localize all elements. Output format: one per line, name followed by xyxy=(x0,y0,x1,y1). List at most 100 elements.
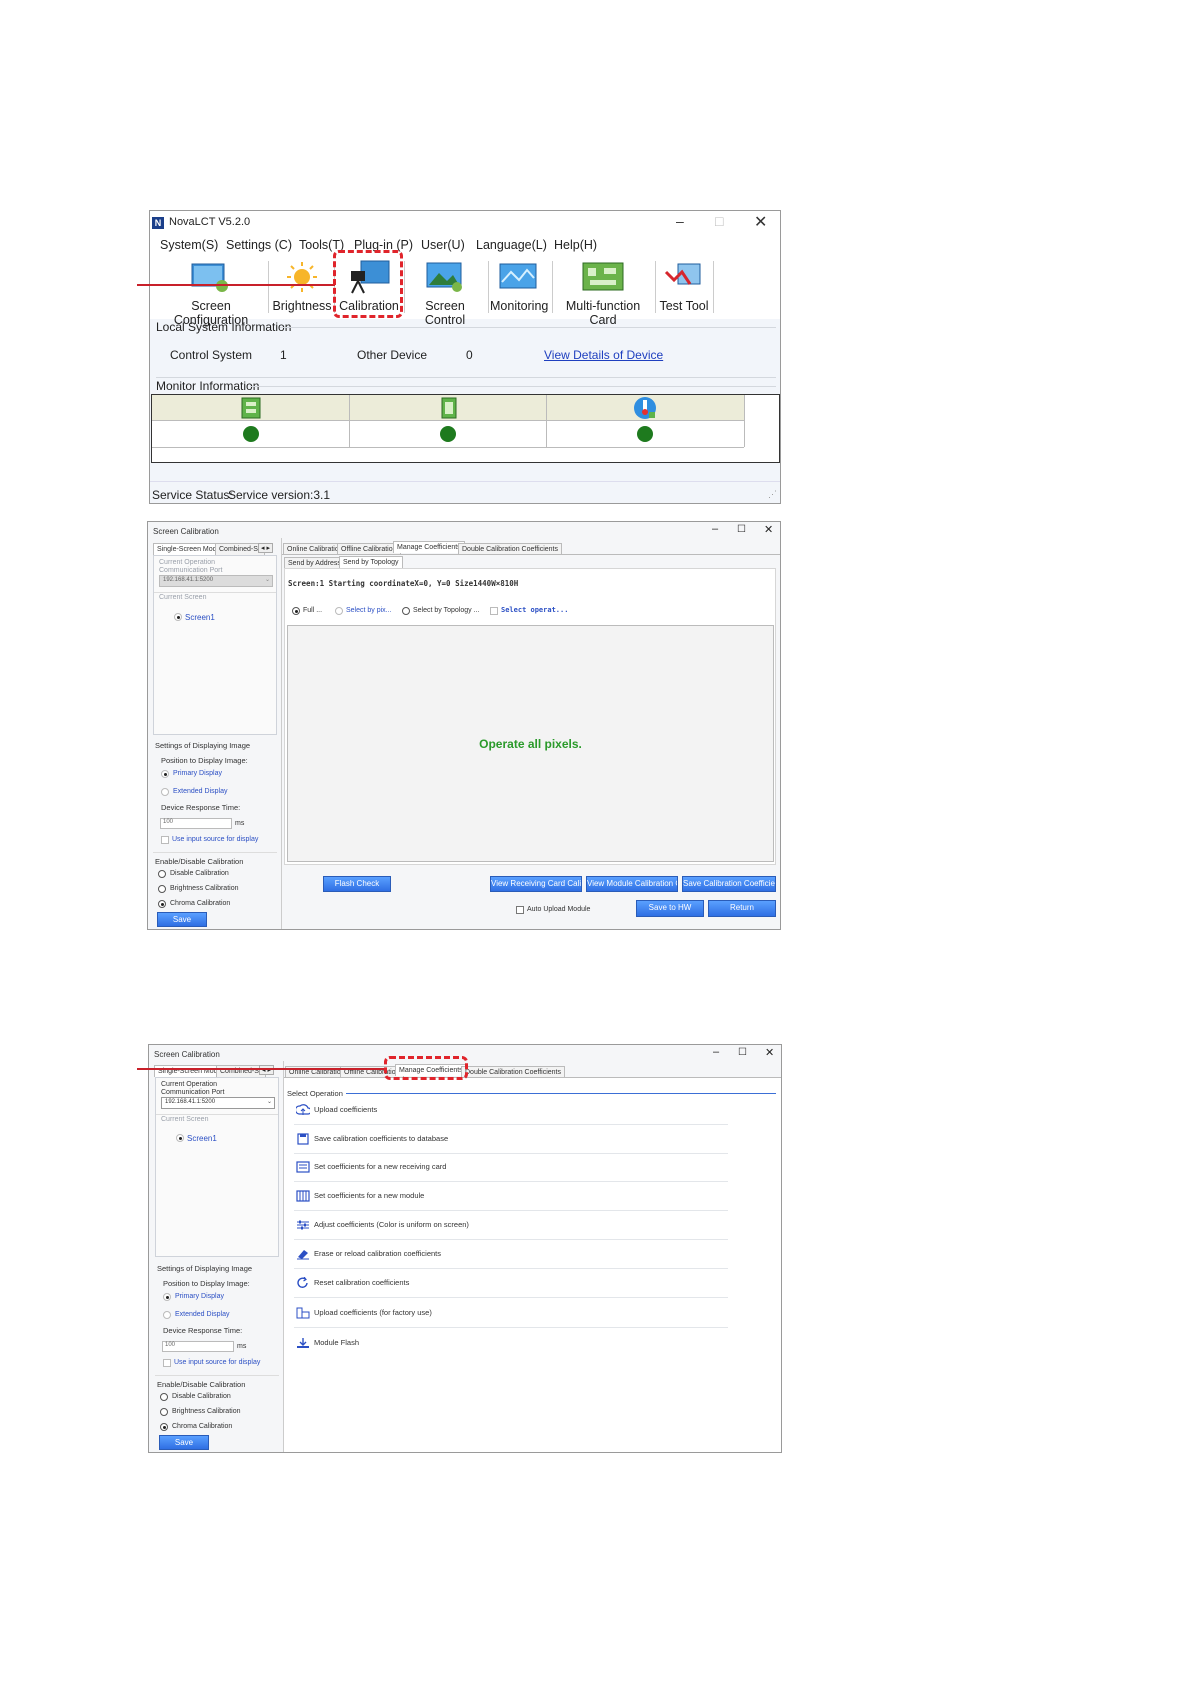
operation-save-disk[interactable]: Save calibration coefficients to databas… xyxy=(294,1129,728,1157)
operation-label: Module Flash xyxy=(314,1338,360,1347)
minimize-button[interactable]: – xyxy=(712,523,718,535)
menu-help[interactable]: Help(H) xyxy=(554,238,597,252)
maximize-button[interactable]: ☐ xyxy=(738,1047,747,1058)
view-receiving-card-button[interactable]: View Receiving Card Calibr... xyxy=(490,876,582,892)
toolbar-monitoring[interactable]: Monitoring xyxy=(490,257,548,317)
menu-user[interactable]: User(U) xyxy=(421,238,465,252)
save-button[interactable]: Save xyxy=(159,1435,209,1450)
chroma-calibration-radio[interactable] xyxy=(160,1423,168,1431)
select-operate-label[interactable]: Select operat... xyxy=(501,606,568,614)
operation-module-grid[interactable]: Set coefficients for a new module xyxy=(294,1186,728,1214)
screen1-label[interactable]: Screen1 xyxy=(185,613,215,622)
primary-display-label[interactable]: Primary Display xyxy=(173,770,222,777)
view-details-link[interactable]: View Details of Device xyxy=(544,348,663,362)
topology-panel: Screen:1 Starting coordinateX=0, Y=0 Siz… xyxy=(284,568,776,865)
download-icon xyxy=(296,1337,310,1351)
response-time-stepper[interactable]: 100 xyxy=(162,1341,234,1352)
save-calibration-coefficient-button[interactable]: Save Calibration Coefficien... xyxy=(682,876,776,892)
minimize-button[interactable]: – xyxy=(713,1046,719,1058)
chroma-calibration-label[interactable]: Chroma Calibration xyxy=(172,1423,232,1430)
view-module-calibration-button[interactable]: View Module Calibration C... xyxy=(586,876,678,892)
operation-sliders[interactable]: Adjust coefficients (Color is uniform on… xyxy=(294,1215,728,1243)
operation-receiving-card[interactable]: Set coefficients for a new receiving car… xyxy=(294,1157,728,1185)
minimize-button[interactable]: – xyxy=(676,213,684,229)
tab-scroll-arrows-icon[interactable]: ◂ ▸ xyxy=(258,543,273,553)
toolbar-screen-control[interactable]: Screen Control xyxy=(406,257,484,327)
local-system-section-title: Local System Information xyxy=(156,320,292,334)
menu-language[interactable]: Language(L) xyxy=(476,238,547,252)
toolbar-multi-function-card[interactable]: Multi-function Card xyxy=(554,257,652,327)
circuit-board-icon xyxy=(582,262,624,291)
brightness-calibration-radio[interactable] xyxy=(158,885,166,893)
use-input-label[interactable]: Use input source for display xyxy=(172,836,258,843)
extended-display-radio[interactable] xyxy=(163,1311,171,1319)
flash-check-button[interactable]: Flash Check xyxy=(323,876,391,892)
tab-single-screen[interactable]: Single-Screen Mode xyxy=(153,543,225,555)
select-by-topology-radio[interactable] xyxy=(402,607,410,615)
primary-display-radio[interactable] xyxy=(161,770,169,778)
tab-scroll-arrows-icon[interactable]: ◂ ▸ xyxy=(259,1065,274,1075)
upload-cloud-icon xyxy=(294,1104,312,1118)
brightness-calibration-label[interactable]: Brightness Calibration xyxy=(170,885,238,892)
status-ok-indicator xyxy=(440,426,456,442)
close-button[interactable]: ✕ xyxy=(754,212,767,232)
return-button[interactable]: Return xyxy=(708,900,776,917)
save-to-hw-button[interactable]: Save to HW xyxy=(636,900,704,917)
port-select[interactable]: 192.168.41.1:5200 ⌄ xyxy=(161,1097,275,1109)
maximize-button[interactable]: ☐ xyxy=(737,524,746,535)
full-radio-label[interactable]: Full ... xyxy=(303,607,322,614)
disable-calibration-label[interactable]: Disable Calibration xyxy=(172,1393,231,1400)
brightness-calibration-radio[interactable] xyxy=(160,1408,168,1416)
port-select[interactable]: 192.168.41.1:5200 ⌄ xyxy=(159,575,273,587)
auto-upload-checkbox[interactable] xyxy=(516,906,524,914)
communication-port-label: Communication Port xyxy=(161,1089,225,1096)
brightness-calibration-label[interactable]: Brightness Calibration xyxy=(172,1408,240,1415)
operation-upload-cloud[interactable]: Upload coefficients xyxy=(294,1100,728,1128)
operation-reset[interactable]: Reset calibration coefficients xyxy=(294,1273,728,1301)
screen1-radio[interactable] xyxy=(174,613,182,621)
operation-eraser[interactable]: Erase or reload calibration coefficients xyxy=(294,1244,728,1272)
chroma-calibration-label[interactable]: Chroma Calibration xyxy=(170,900,230,907)
close-button[interactable]: ✕ xyxy=(765,1046,774,1059)
resize-grip-icon[interactable]: ⋰ xyxy=(768,489,777,500)
extended-display-label[interactable]: Extended Display xyxy=(173,788,227,795)
select-by-pixel-radio[interactable] xyxy=(335,607,343,615)
full-radio[interactable] xyxy=(292,607,300,615)
menu-system[interactable]: System(S) xyxy=(160,238,218,252)
position-label: Position to Display Image: xyxy=(161,756,248,765)
maximize-button[interactable]: □ xyxy=(715,213,723,229)
tab-single-screen[interactable]: Single-Screen Mode xyxy=(154,1065,226,1077)
disable-calibration-radio[interactable] xyxy=(158,870,166,878)
screen-calibration-window-2: Screen Calibration – ☐ ✕ Single-Screen M… xyxy=(148,1044,782,1453)
toolbar-brightness[interactable]: Brightness xyxy=(270,257,334,317)
menu-settings[interactable]: Settings (C) xyxy=(226,238,292,252)
chroma-calibration-radio[interactable] xyxy=(158,900,166,908)
select-by-pixel-label[interactable]: Select by pix... xyxy=(346,607,392,614)
extended-display-label[interactable]: Extended Display xyxy=(175,1311,229,1318)
disable-calibration-label[interactable]: Disable Calibration xyxy=(170,870,229,877)
select-by-topology-label[interactable]: Select by Topology ... xyxy=(413,607,479,614)
tab-manage-coefficients[interactable]: Manage Coefficients xyxy=(393,541,465,553)
screen1-radio[interactable] xyxy=(176,1134,184,1142)
operation-factory-upload[interactable]: Upload coefficients (for factory use) xyxy=(294,1303,728,1331)
eraser-icon xyxy=(296,1248,310,1262)
primary-display-radio[interactable] xyxy=(163,1293,171,1301)
use-input-checkbox[interactable] xyxy=(163,1359,171,1367)
tab-send-by-topology[interactable]: Send by Topology xyxy=(339,556,403,568)
use-input-label[interactable]: Use input source for display xyxy=(174,1359,260,1366)
close-button[interactable]: ✕ xyxy=(764,523,773,536)
use-input-checkbox[interactable] xyxy=(161,836,169,844)
save-button[interactable]: Save xyxy=(157,912,207,927)
select-operate-checkbox[interactable] xyxy=(490,607,498,615)
auto-upload-label[interactable]: Auto Upload Module xyxy=(527,906,590,913)
operation-list: Upload coefficients Save calibration coef… xyxy=(294,1100,728,1380)
response-time-stepper[interactable]: 100 xyxy=(160,818,232,829)
toolbar-test-tool[interactable]: Test Tool xyxy=(657,257,711,317)
operation-label: Adjust coefficients (Color is uniform on… xyxy=(314,1220,469,1229)
extended-display-radio[interactable] xyxy=(161,788,169,796)
disable-calibration-radio[interactable] xyxy=(160,1393,168,1401)
toolbar-screen-configuration[interactable]: Screen Configuration xyxy=(156,257,266,327)
screen1-label[interactable]: Screen1 xyxy=(187,1134,217,1143)
operation-download[interactable]: Module Flash xyxy=(294,1333,728,1361)
primary-display-label[interactable]: Primary Display xyxy=(175,1293,224,1300)
